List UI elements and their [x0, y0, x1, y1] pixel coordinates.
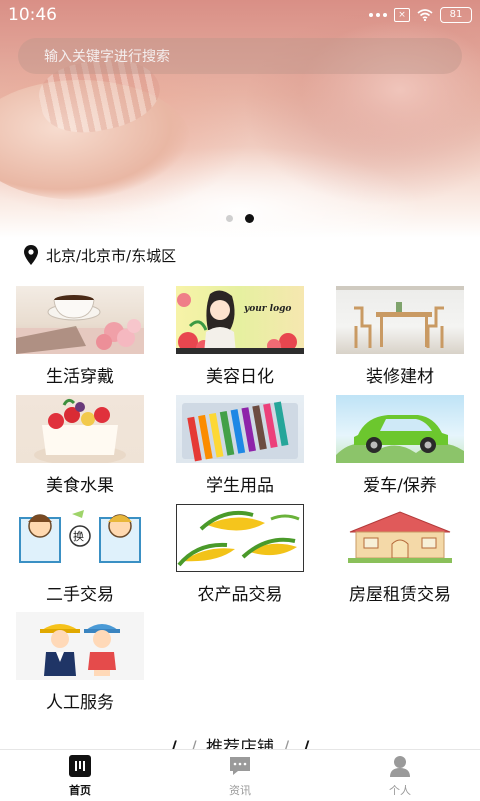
category-item-rental[interactable]: 房屋租赁交易	[336, 504, 464, 605]
category-item-decoration[interactable]: 装修建材	[336, 286, 464, 387]
signal-dots-icon	[369, 13, 387, 17]
chat-icon	[230, 757, 250, 775]
exchange-badge-text: 换	[73, 530, 84, 543]
category-label: 爱车/保养	[363, 476, 437, 496]
category-item-manual-service[interactable]: 人工服务	[16, 612, 144, 713]
exchange-cartoon-image: 换	[16, 504, 144, 572]
home-icon	[69, 755, 91, 777]
fruit-cake-image	[16, 395, 144, 463]
wifi-icon	[417, 9, 433, 21]
tab-label: 资讯	[229, 784, 251, 797]
banner-carousel[interactable]	[0, 0, 480, 238]
status-icons: × 81	[369, 7, 472, 23]
category-label: 生活穿戴	[46, 367, 114, 387]
tab-news[interactable]: 资讯	[160, 750, 320, 801]
category-item-beauty[interactable]: your logo 美容日化	[176, 286, 304, 387]
bottom-tab-bar: 首页 资讯 个人	[0, 749, 480, 801]
status-bar: 10:46 × 81	[0, 0, 480, 30]
carousel-dot[interactable]	[226, 215, 233, 222]
category-item-secondhand[interactable]: 换 二手交易	[16, 504, 144, 605]
carousel-dot-active[interactable]	[245, 214, 254, 223]
green-car-image	[336, 395, 464, 463]
category-item-car[interactable]: 爱车/保养	[336, 395, 464, 496]
location-pin-icon	[24, 245, 38, 265]
house-image	[336, 504, 464, 572]
category-item-clothing[interactable]: 生活穿戴	[16, 286, 144, 387]
category-item-food[interactable]: 美食水果	[16, 395, 144, 496]
category-label: 二手交易	[46, 585, 114, 605]
location-text: 北京/北京市/东城区	[46, 246, 177, 265]
tab-profile[interactable]: 个人	[320, 750, 480, 801]
category-label: 农产品交易	[197, 585, 283, 605]
category-label: 美容日化	[206, 367, 274, 387]
category-label: 人工服务	[46, 693, 114, 713]
search-bar[interactable]	[18, 38, 462, 76]
location-selector[interactable]: 北京/北京市/东城区	[24, 244, 176, 266]
category-label: 装修建材	[366, 367, 434, 387]
no-sim-icon: ×	[394, 8, 410, 22]
category-label: 学生用品	[206, 476, 274, 496]
dining-table-image	[336, 286, 464, 354]
logo-placeholder-text: your logo	[244, 304, 292, 314]
category-label: 美食水果	[46, 476, 114, 496]
carousel-indicator	[0, 214, 480, 223]
battery-indicator: 81	[440, 7, 472, 23]
pencils-image	[176, 395, 304, 463]
category-item-agriculture[interactable]: 农产品交易	[176, 504, 304, 605]
tab-home[interactable]: 首页	[0, 750, 160, 801]
category-label: 房屋租赁交易	[349, 585, 451, 605]
search-input[interactable]	[42, 38, 446, 76]
person-icon	[390, 756, 410, 777]
status-time: 10:46	[8, 5, 57, 25]
category-item-stationery[interactable]: 学生用品	[176, 395, 304, 496]
tab-label: 个人	[389, 784, 411, 797]
teacup-image	[16, 286, 144, 354]
corn-image	[176, 504, 304, 572]
workers-image	[16, 612, 144, 680]
cartoon-girl-image: your logo	[176, 286, 304, 354]
tab-label: 首页	[69, 784, 91, 797]
